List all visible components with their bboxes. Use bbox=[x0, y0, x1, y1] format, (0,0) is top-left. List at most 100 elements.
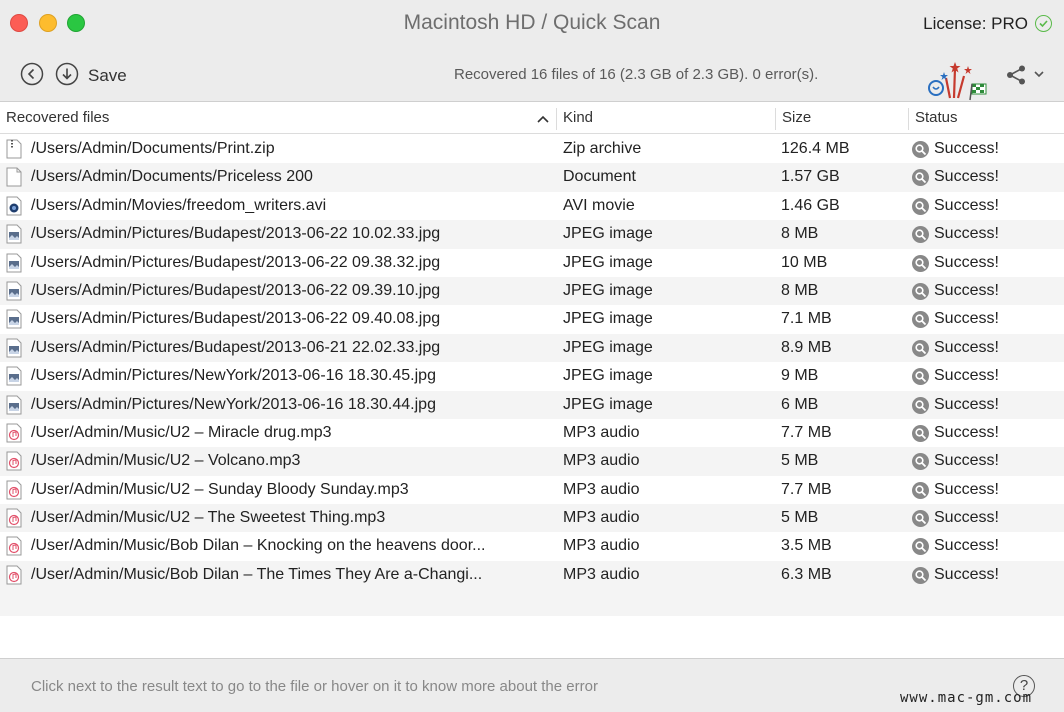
kind-cell: MP3 audio bbox=[563, 565, 640, 583]
file-path-cell[interactable]: /Users/Admin/Documents/Print.zip bbox=[31, 135, 541, 163]
image-file-icon bbox=[6, 338, 22, 358]
file-path-cell[interactable]: /User/Admin/Music/U2 – Sunday Bloody Sun… bbox=[31, 476, 541, 504]
size-cell: 8.9 MB bbox=[781, 338, 832, 356]
kind-cell: JPEG image bbox=[563, 253, 653, 271]
magnifier-icon[interactable] bbox=[912, 197, 929, 215]
magnifier-icon[interactable] bbox=[912, 396, 929, 414]
file-path-cell[interactable]: /Users/Admin/Pictures/Budapest/2013-06-2… bbox=[31, 249, 541, 277]
status-cell[interactable]: Success! bbox=[934, 135, 1054, 163]
save-button[interactable]: Save bbox=[88, 66, 127, 86]
size-cell: 8 MB bbox=[781, 281, 819, 299]
table-row[interactable]: /User/Admin/Music/Bob Dilan – Knocking o… bbox=[0, 532, 1064, 560]
save-icon-button[interactable] bbox=[55, 62, 79, 86]
table-row[interactable]: /Users/Admin/Documents/Print.zip Zip arch… bbox=[0, 135, 1064, 163]
status-cell[interactable]: Success! bbox=[934, 305, 1054, 333]
kind-cell: Zip archive bbox=[563, 140, 642, 157]
magnifier-icon[interactable] bbox=[912, 226, 929, 244]
table-row[interactable]: /Users/Admin/Pictures/Budapest/2013-06-2… bbox=[0, 276, 1064, 306]
size-cell: 10 MB bbox=[781, 253, 828, 271]
status-cell[interactable]: Success! bbox=[934, 391, 1054, 419]
table-row[interactable]: /Users/Admin/Movies/freedom_writers.avi A… bbox=[0, 192, 1064, 220]
kind-cell: MP3 audio bbox=[563, 480, 640, 498]
status-cell[interactable]: Success! bbox=[934, 476, 1054, 504]
sort-ascending-icon[interactable] bbox=[536, 112, 550, 124]
table-row[interactable]: /User/Admin/Music/U2 – The Sweetest Thin… bbox=[0, 504, 1064, 533]
status-cell[interactable]: Success! bbox=[934, 220, 1054, 248]
recovery-status-text: Recovered 16 files of 16 (2.3 GB of 2.3 … bbox=[454, 66, 819, 83]
magnifier-icon[interactable] bbox=[912, 311, 929, 329]
license-label[interactable]: License: PRO bbox=[923, 14, 1028, 34]
magnifier-icon[interactable] bbox=[912, 566, 929, 584]
magnifier-icon[interactable] bbox=[912, 282, 929, 300]
magnifier-icon[interactable] bbox=[912, 538, 929, 556]
image-file-icon bbox=[6, 395, 22, 415]
file-path-cell[interactable]: /Users/Admin/Pictures/NewYork/2013-06-16… bbox=[31, 391, 541, 419]
column-header-kind[interactable]: Kind bbox=[557, 102, 775, 134]
kind-cell: JPEG image bbox=[563, 310, 653, 328]
file-path-cell[interactable]: /User/Admin/Music/U2 – The Sweetest Thin… bbox=[31, 504, 541, 532]
size-cell: 126.4 MB bbox=[781, 140, 850, 157]
magnifier-icon[interactable] bbox=[912, 510, 929, 528]
magnifier-icon[interactable] bbox=[912, 424, 929, 442]
file-path-cell[interactable]: /User/Admin/Music/Bob Dilan – The Times … bbox=[31, 561, 541, 589]
magnifier-icon[interactable] bbox=[912, 141, 929, 158]
image-file-icon bbox=[6, 253, 22, 273]
status-cell[interactable]: Success! bbox=[934, 419, 1054, 447]
back-button[interactable] bbox=[20, 62, 44, 86]
table-row[interactable]: /Users/Admin/Pictures/Budapest/2013-06-2… bbox=[0, 249, 1064, 277]
status-cell[interactable]: Success! bbox=[934, 561, 1054, 589]
audio-file-icon bbox=[6, 423, 22, 443]
title-bar: Macintosh HD / Quick Scan License: PRO bbox=[0, 0, 1064, 50]
file-path-cell[interactable]: /Users/Admin/Movies/freedom_writers.avi bbox=[31, 192, 541, 220]
table-row[interactable]: /User/Admin/Music/U2 – Volcano.mp3 MP3 au… bbox=[0, 447, 1064, 476]
magnifier-icon[interactable] bbox=[912, 339, 929, 357]
table-empty-area bbox=[0, 588, 1064, 658]
table-row[interactable]: /Users/Admin/Documents/Priceless 200 Docu… bbox=[0, 163, 1064, 192]
table-row[interactable]: /Users/Admin/Pictures/Budapest/2013-06-2… bbox=[0, 333, 1064, 363]
image-file-icon bbox=[6, 281, 22, 301]
magnifier-icon[interactable] bbox=[912, 254, 929, 272]
column-header-status[interactable]: Status bbox=[909, 102, 1064, 134]
file-path-cell[interactable]: /Users/Admin/Pictures/Budapest/2013-06-2… bbox=[31, 334, 541, 362]
file-path-cell[interactable]: /Users/Admin/Pictures/Budapest/2013-06-2… bbox=[31, 220, 541, 248]
size-cell: 6.3 MB bbox=[781, 565, 832, 583]
size-cell: 7.1 MB bbox=[781, 310, 832, 328]
toolbar: Save Recovered 16 files of 16 (2.3 GB of… bbox=[0, 50, 1064, 102]
column-header-recovered-files[interactable]: Recovered files bbox=[0, 102, 556, 134]
file-path-cell[interactable]: /User/Admin/Music/Bob Dilan – Knocking o… bbox=[31, 532, 541, 560]
status-cell[interactable]: Success! bbox=[934, 277, 1054, 305]
table-row[interactable]: /Users/Admin/Pictures/NewYork/2013-06-16… bbox=[0, 362, 1064, 390]
table-row[interactable]: /User/Admin/Music/Bob Dilan – The Times … bbox=[0, 560, 1064, 590]
magnifier-icon[interactable] bbox=[912, 169, 929, 187]
table-row[interactable]: /Users/Admin/Pictures/Budapest/2013-06-2… bbox=[0, 305, 1064, 333]
table-row[interactable]: /Users/Admin/Pictures/NewYork/2013-06-16… bbox=[0, 390, 1064, 419]
movie-file-icon bbox=[6, 196, 22, 216]
file-path-cell[interactable]: /User/Admin/Music/U2 – Miracle drug.mp3 bbox=[31, 419, 541, 447]
status-cell[interactable]: Success! bbox=[934, 163, 1054, 191]
file-path-cell[interactable]: /User/Admin/Music/U2 – Volcano.mp3 bbox=[31, 447, 541, 475]
magnifier-icon[interactable] bbox=[912, 368, 929, 386]
magnifier-icon[interactable] bbox=[912, 453, 929, 471]
status-cell[interactable]: Success! bbox=[934, 504, 1054, 532]
share-button[interactable] bbox=[1005, 64, 1049, 86]
status-cell[interactable]: Success! bbox=[934, 362, 1054, 390]
file-path-cell[interactable]: /Users/Admin/Pictures/Budapest/2013-06-2… bbox=[31, 277, 541, 305]
file-path-cell[interactable]: /Users/Admin/Pictures/NewYork/2013-06-16… bbox=[31, 362, 541, 390]
status-cell[interactable]: Success! bbox=[934, 249, 1054, 277]
table-row[interactable]: /User/Admin/Music/U2 – Miracle drug.mp3 M… bbox=[0, 419, 1064, 447]
table-row[interactable]: /Users/Admin/Pictures/Budapest/2013-06-2… bbox=[0, 220, 1064, 249]
audio-file-icon bbox=[6, 536, 22, 556]
magnifier-icon[interactable] bbox=[912, 481, 929, 499]
status-cell[interactable]: Success! bbox=[934, 334, 1054, 362]
status-cell[interactable]: Success! bbox=[934, 532, 1054, 560]
file-path-cell[interactable]: /Users/Admin/Documents/Priceless 200 bbox=[31, 163, 541, 191]
kind-cell: MP3 audio bbox=[563, 452, 640, 470]
table-row[interactable]: /User/Admin/Music/U2 – Sunday Bloody Sun… bbox=[0, 476, 1064, 504]
document-file-icon bbox=[6, 167, 22, 187]
column-header-size[interactable]: Size bbox=[776, 102, 908, 134]
kind-cell: JPEG image bbox=[563, 338, 653, 356]
size-cell: 5 MB bbox=[781, 452, 819, 470]
status-cell[interactable]: Success! bbox=[934, 192, 1054, 220]
file-path-cell[interactable]: /Users/Admin/Pictures/Budapest/2013-06-2… bbox=[31, 305, 541, 333]
status-cell[interactable]: Success! bbox=[934, 447, 1054, 475]
